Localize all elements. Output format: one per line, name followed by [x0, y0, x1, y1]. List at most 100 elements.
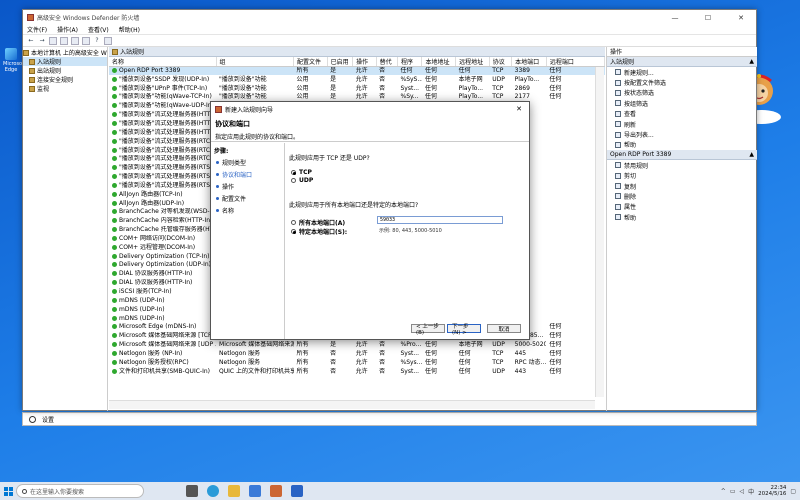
action-icon	[615, 193, 621, 200]
column-header[interactable]: 远程地址	[455, 57, 490, 67]
column-header[interactable]: 组	[216, 57, 295, 67]
action-label: 属性	[624, 204, 637, 212]
clock[interactable]: 22:34 2024/5/16	[758, 485, 786, 498]
action-item[interactable]: 刷新	[607, 119, 757, 129]
action-item[interactable]: 剪切	[607, 171, 757, 181]
menu-help[interactable]: 帮助(H)	[119, 25, 140, 34]
action-item[interactable]: 删除	[607, 191, 757, 201]
cancel-button[interactable]: 取消	[487, 324, 521, 333]
export-icon[interactable]	[82, 36, 90, 45]
table-cell: Syst...	[400, 367, 420, 375]
column-header[interactable]: 替代	[376, 57, 399, 67]
column-header[interactable]: 本地地址	[421, 57, 457, 67]
title-bar[interactable]: 高级安全 Windows Defender 防火墙 — ☐ ✕	[23, 10, 756, 25]
file-explorer-icon[interactable]	[228, 485, 240, 497]
column-header[interactable]: 配置文件	[293, 57, 328, 67]
edge-icon[interactable]	[207, 485, 219, 497]
actions-section-inbound[interactable]: 入站规则 ▲	[607, 57, 757, 67]
action-item[interactable]: 属性	[607, 202, 757, 212]
column-header[interactable]: 已启用	[327, 57, 354, 67]
action-label: 禁用规则	[624, 162, 649, 170]
help-icon[interactable]: ?	[93, 37, 101, 45]
table-row[interactable]: Netlogon 服务 (NP-In) Netlogon 服务 所有 否 允许 否 Syst…	[109, 350, 605, 359]
back-arrow-icon[interactable]: ←	[27, 37, 35, 45]
wizard-title-bar[interactable]: 新建入站规则向导 ✕	[211, 102, 529, 116]
action-label: 按配置文件筛选	[624, 80, 667, 88]
table-cell: 任何	[424, 367, 437, 375]
table-cell: 允许	[355, 367, 368, 375]
minimize-button[interactable]: —	[660, 10, 690, 25]
radio-udp[interactable]: UDP	[291, 176, 525, 184]
refresh-icon[interactable]	[71, 36, 79, 45]
volume-icon[interactable]: ◁	[739, 488, 744, 495]
folder-icon[interactable]	[49, 36, 57, 45]
input-language[interactable]: 中	[748, 487, 754, 496]
taskbar-search[interactable]: 在这里输入你要搜索	[16, 484, 144, 498]
task-view-icon[interactable]	[186, 485, 198, 497]
action-item[interactable]: 禁用规则	[607, 160, 757, 170]
back-button[interactable]: < 上一步(B)	[411, 324, 445, 336]
column-header[interactable]: 本地端口	[511, 57, 547, 67]
rule-name: "播放到设备"流式处理服务器(RTCP-St	[119, 146, 217, 154]
table-row[interactable]: Open RDP Port 3389 所有是允许否任何 任何 任何 TCP 3389 任何	[109, 66, 605, 76]
rule-name-cell: DIAL 协议服务器(HTTP-In)	[109, 270, 216, 279]
action-item[interactable]: 按配置文件筛选	[607, 77, 757, 87]
tray-chevron-icon[interactable]: ^	[721, 488, 726, 495]
radio-tcp[interactable]: TCP	[291, 168, 525, 176]
table-row[interactable]: Netlogon 服务授权(RPC) Netlogon 服务 所有 否 允许 否 %Sys.…	[109, 358, 605, 367]
rule-name: Delivery Optimization (TCP-In)	[119, 252, 210, 260]
action-item[interactable]: 帮助	[607, 212, 757, 222]
forward-arrow-icon[interactable]: →	[38, 37, 46, 45]
column-header[interactable]: 程序	[397, 57, 423, 67]
tree-item-inbound-rules[interactable]: 入站规则	[23, 57, 107, 66]
horizontal-scrollbar[interactable]	[109, 400, 595, 409]
maximize-button[interactable]: ☐	[693, 10, 723, 25]
menu-action[interactable]: 操作(A)	[57, 25, 78, 34]
protocol-question: 此规则应用于 TCP 还是 UDP?	[289, 155, 370, 162]
settings-window-strip[interactable]: 设置	[22, 412, 757, 426]
rule-name: BranchCache 内容检索(HTTP-In)	[119, 217, 213, 225]
store-icon[interactable]	[249, 485, 261, 497]
action-item[interactable]: 查看	[607, 109, 757, 119]
table-row[interactable]: 文件和打印机共享(SMB-QUIC-In) QUIC 上的文件和打印机共享 所有 否 允…	[109, 367, 605, 376]
column-header[interactable]: 名称	[109, 57, 217, 67]
table-cell: %Pro...	[400, 341, 422, 349]
close-button[interactable]: ✕	[726, 10, 756, 25]
radio-label: 特定本地端口(S):	[299, 228, 348, 236]
column-header[interactable]: 协议	[489, 57, 513, 67]
action-item[interactable]: 新建规则...	[607, 67, 757, 77]
tree-item-connection-security[interactable]: 连接安全规则	[23, 75, 107, 84]
tree-item-root[interactable]: 本地计算机 上的高级安全 Windows	[23, 48, 107, 57]
table-row[interactable]: Microsoft 媒体基础网络来源 [UDP ... Microsoft 媒体基…	[109, 341, 605, 350]
table-cell: PlayTo...	[458, 84, 484, 92]
table-row[interactable]: "播放到设备"UPnP 事件(TCP-In) "播放到设备"功能 公用 是 允许 否 Sys…	[109, 84, 605, 93]
start-button[interactable]	[0, 482, 16, 500]
tree-item-outbound-rules[interactable]: 出站规则	[23, 66, 107, 75]
action-icon	[615, 121, 621, 128]
wizard-close-button[interactable]: ✕	[509, 105, 529, 113]
action-item[interactable]: 导出列表...	[607, 129, 757, 139]
table-row[interactable]: "播放到设备"SSDP 发现(UDP-In) "播放到设备"功能 公用 是 允许 否 %Sy…	[109, 75, 605, 84]
specific-ports-input[interactable]: 59033	[377, 216, 503, 224]
rule-name-cell: Microsoft Edge (mDNS-In)	[109, 323, 216, 332]
notification-icon[interactable]: ▢	[790, 488, 796, 495]
action-item[interactable]: 帮助	[607, 140, 757, 150]
actions-section-rule[interactable]: Open RDP Port 3389 ▲	[607, 150, 757, 161]
vertical-scrollbar[interactable]	[595, 67, 604, 397]
column-header[interactable]: 远程端口	[546, 57, 606, 67]
tree-view-icon[interactable]	[60, 36, 68, 45]
firewall-taskbar-icon[interactable]	[270, 485, 282, 497]
rule-enabled-icon	[112, 147, 117, 153]
remote-desktop-icon[interactable]	[291, 485, 303, 497]
menu-file[interactable]: 文件(F)	[27, 25, 47, 34]
desktop-icon-edge[interactable]: Microsoft Edge	[3, 48, 26, 73]
action-item[interactable]: 按状态筛选	[607, 88, 757, 98]
next-button[interactable]: 下一步(N) >	[447, 324, 481, 336]
properties-icon[interactable]	[104, 36, 112, 45]
action-item[interactable]: 复制	[607, 181, 757, 191]
column-header[interactable]: 操作	[352, 57, 377, 67]
action-item[interactable]: 按组筛选	[607, 98, 757, 108]
menu-view[interactable]: 查看(V)	[88, 25, 109, 34]
network-icon[interactable]: ▭	[730, 488, 736, 495]
tree-item-monitoring[interactable]: 监视	[23, 84, 107, 93]
